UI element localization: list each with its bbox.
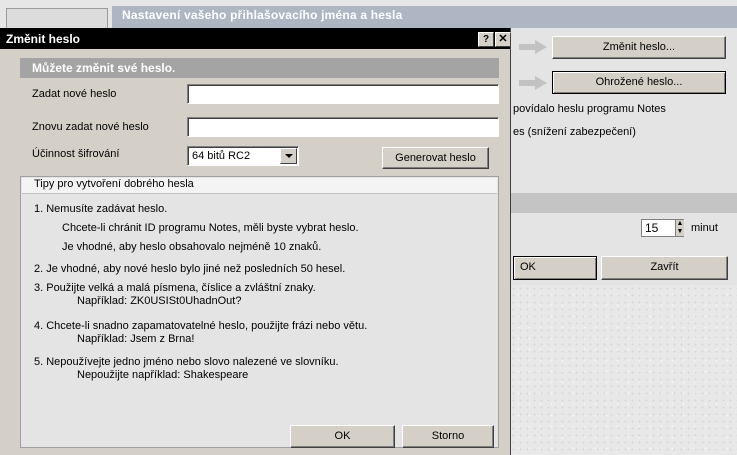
background-ok-button[interactable]: OK [513, 256, 597, 280]
compromised-password-button[interactable]: Ohrožené heslo... [552, 71, 726, 94]
tip-5-example: Nepoužijte například: Shakespeare [77, 369, 249, 381]
tip-3: 3. Použijte velká a malá písmena, číslic… [34, 282, 316, 294]
ok-button[interactable]: OK [290, 425, 395, 448]
background-reduced-security-text: es (snížení zabezpečení) [513, 126, 636, 138]
timeout-unit: minut [691, 222, 718, 234]
tip-3-example: Například: ZK0USISt0UhadnOut? [77, 295, 242, 307]
confirm-password-input[interactable] [187, 117, 499, 137]
chevron-down-icon[interactable] [280, 148, 297, 164]
arrow-right-icon [519, 76, 547, 90]
encryption-strength-value: 64 bitů RC2 [192, 150, 251, 162]
tip-4: 4. Chcete-li snadno zapamatovatelné hesl… [34, 320, 368, 332]
tips-header: Tipy pro vytvoření dobrého hesla [34, 178, 194, 190]
tip-5: 5. Nepoužívejte jedno jméno nebo slovo n… [34, 356, 339, 368]
new-password-label: Zadat nové heslo [32, 88, 117, 100]
background-rules-text: povídalo heslu programu Notes [513, 103, 666, 115]
dialog-title: Změnit heslo [6, 32, 81, 46]
tip-4-example: Například: Jsem z Brna! [77, 333, 195, 345]
background-close-button[interactable]: Zavřít [601, 256, 728, 280]
spinner-arrows-icon[interactable]: ▲ ▼ [675, 220, 684, 236]
encryption-strength-label: Účinnost šifrování [32, 148, 120, 160]
tip-1-detail-a: Chcete-li chránit ID programu Notes, měl… [62, 222, 359, 234]
tips-panel [20, 176, 499, 448]
background-pattern [510, 285, 737, 455]
arrow-right-icon [519, 40, 547, 54]
dialog-subtitle: Můžete změnit své heslo. [32, 61, 176, 75]
confirm-password-label: Znovu zadat nové heslo [32, 121, 149, 133]
tip-1-detail-b: Je vhodné, aby heslo obsahovalo nejméně … [62, 241, 322, 253]
change-password-button[interactable]: Změnit heslo... [552, 36, 726, 59]
background-window-title: Nastavení vašeho přihlašovacího jména a … [122, 8, 403, 22]
tip-1: 1. Nemusíte zadávat heslo. [34, 203, 168, 215]
generate-password-button[interactable]: Generovat heslo [382, 147, 489, 169]
cancel-button[interactable]: Storno [402, 425, 494, 448]
background-tab[interactable] [6, 8, 108, 29]
background-section-divider [495, 193, 737, 213]
help-icon[interactable]: ? [478, 32, 494, 47]
close-icon[interactable]: ✕ [495, 32, 511, 47]
timeout-value: 15 [645, 221, 659, 235]
tip-2: 2. Je vhodné, aby nové heslo bylo jiné n… [34, 263, 346, 275]
new-password-input[interactable] [187, 84, 499, 104]
